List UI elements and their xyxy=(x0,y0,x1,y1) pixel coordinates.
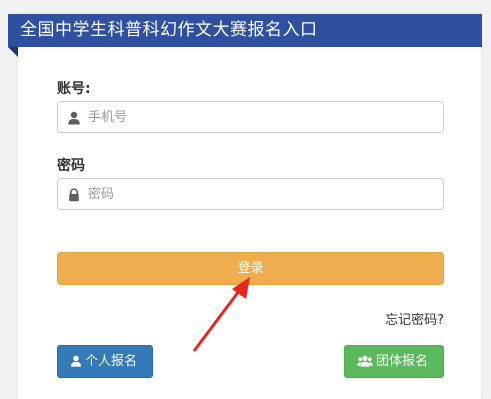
annotation-arrow xyxy=(192,277,250,352)
account-label: 账号: xyxy=(57,81,91,97)
group-register-label: 团体报名 xyxy=(376,354,429,369)
user-icon xyxy=(67,110,81,125)
password-field[interactable] xyxy=(57,178,444,210)
page-title: 全国中学生科普科幻作文大赛报名入口 xyxy=(8,14,482,47)
personal-register-label: 个人报名 xyxy=(85,354,138,369)
personal-register-button[interactable]: 个人报名 xyxy=(57,345,153,378)
account-input[interactable] xyxy=(88,102,428,132)
account-field[interactable] xyxy=(57,101,444,133)
password-label: 密码 xyxy=(57,158,85,174)
users-icon xyxy=(357,355,373,367)
group-register-button[interactable]: 团体报名 xyxy=(344,345,444,378)
password-input[interactable] xyxy=(88,179,428,209)
forgot-password-link[interactable]: 忘记密码? xyxy=(385,309,444,328)
ribbon-fold xyxy=(8,47,18,57)
lock-icon xyxy=(67,187,81,202)
user-icon xyxy=(71,355,81,367)
